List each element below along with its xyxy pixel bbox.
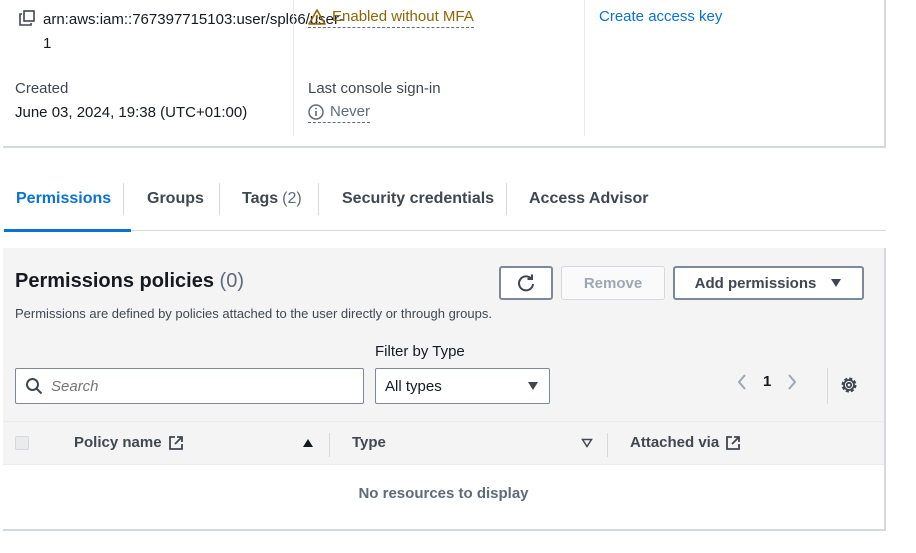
add-permissions-button[interactable]: Add permissions [673, 266, 864, 300]
copy-icon[interactable] [19, 10, 35, 26]
current-page[interactable]: 1 [763, 373, 771, 390]
tab-tags-count: (2) [282, 190, 302, 207]
summary-column-arn: arn:aws:iam::767397715103:user/spl66/use… [3, 0, 345, 136]
tab-permissions-label: Permissions [16, 190, 112, 207]
caret-down-icon [528, 382, 538, 390]
tab-divider [506, 183, 507, 215]
add-permissions-label: Add permissions [694, 274, 817, 292]
user-summary-card: arn:aws:iam::767397715103:user/spl66/use… [3, 0, 886, 148]
tab-permissions[interactable]: Permissions [3, 183, 132, 232]
mfa-status[interactable]: Enabled without MFA [308, 8, 474, 28]
pagination: 1 [737, 373, 797, 390]
panel-title: Permissions policies (0) [15, 270, 244, 293]
created-value: June 03, 2024, 19:38 (UTC+01:00) [15, 104, 248, 121]
summary-column-access-key: Create access key [584, 0, 884, 136]
search-box [15, 368, 364, 404]
user-arn: arn:aws:iam::767397715103:user/spl66/use… [43, 11, 345, 52]
column-attached-via-label: Attached via [630, 434, 720, 451]
last-signin-label: Last console sign-in [308, 80, 441, 97]
remove-button[interactable]: Remove [561, 266, 665, 300]
column-policy-name-label: Policy name [74, 434, 162, 451]
search-icon [26, 378, 43, 395]
tab-groups-label: Groups [147, 190, 204, 207]
warning-icon [308, 8, 326, 25]
empty-state-text: No resources to display [358, 485, 529, 502]
column-type-label: Type [352, 434, 386, 451]
user-detail-tabs: Permissions Groups Tags (2) Security cre… [3, 168, 886, 232]
chevron-right-icon[interactable] [787, 373, 797, 390]
permissions-policies-panel: Permissions policies (0) Permissions are… [3, 248, 886, 531]
policies-table-header: Policy name Type Attached via [3, 421, 884, 465]
tab-security-credentials[interactable]: Security credentials [342, 183, 494, 231]
created-label: Created [15, 80, 69, 97]
filter-type-select[interactable]: All types [375, 368, 550, 404]
panel-description: Permissions are defined by policies atta… [15, 306, 492, 321]
panel-title-count: (0) [219, 270, 244, 292]
policies-table-body: No resources to display [3, 465, 884, 529]
filter-by-type-label: Filter by Type [375, 343, 465, 360]
search-input[interactable] [51, 377, 341, 395]
refresh-icon [518, 274, 534, 292]
tab-divider [318, 183, 319, 215]
summary-column-signin: Enabled without MFA Last console sign-in… [293, 0, 583, 136]
tab-divider [219, 183, 220, 215]
column-divider [607, 433, 608, 457]
refresh-button[interactable] [499, 266, 553, 300]
column-divider [329, 433, 330, 457]
tab-access-advisor[interactable]: Access Advisor [529, 183, 648, 231]
mfa-status-text: Enabled without MFA [332, 8, 474, 25]
tab-tags[interactable]: Tags (2) [242, 183, 302, 231]
sort-ascending-icon[interactable] [302, 438, 314, 448]
select-all-checkbox[interactable] [15, 436, 29, 450]
tab-access-advisor-label: Access Advisor [529, 190, 649, 207]
pager-divider [827, 368, 828, 404]
create-access-key-link[interactable]: Create access key [599, 8, 722, 25]
info-icon [308, 103, 324, 120]
arn-row: arn:aws:iam::767397715103:user/spl66/use… [19, 8, 345, 56]
panel-title-text: Permissions policies [15, 270, 214, 292]
external-link-icon [726, 435, 741, 450]
last-signin-text: Never [330, 103, 371, 120]
column-type[interactable]: Type [352, 434, 386, 451]
caret-down-icon [831, 279, 842, 287]
tab-groups[interactable]: Groups [147, 183, 204, 231]
tab-tags-label: Tags [242, 190, 279, 207]
tab-security-credentials-label: Security credentials [342, 190, 495, 207]
column-policy-name[interactable]: Policy name [74, 434, 184, 451]
sort-icon[interactable] [581, 438, 593, 448]
tab-divider [123, 183, 124, 215]
column-attached-via[interactable]: Attached via [630, 434, 741, 451]
last-signin-value[interactable]: Never [308, 103, 371, 123]
gear-icon[interactable] [839, 375, 859, 395]
external-link-icon [168, 435, 183, 450]
filter-type-value: All types [385, 377, 442, 395]
chevron-left-icon[interactable] [737, 373, 747, 390]
